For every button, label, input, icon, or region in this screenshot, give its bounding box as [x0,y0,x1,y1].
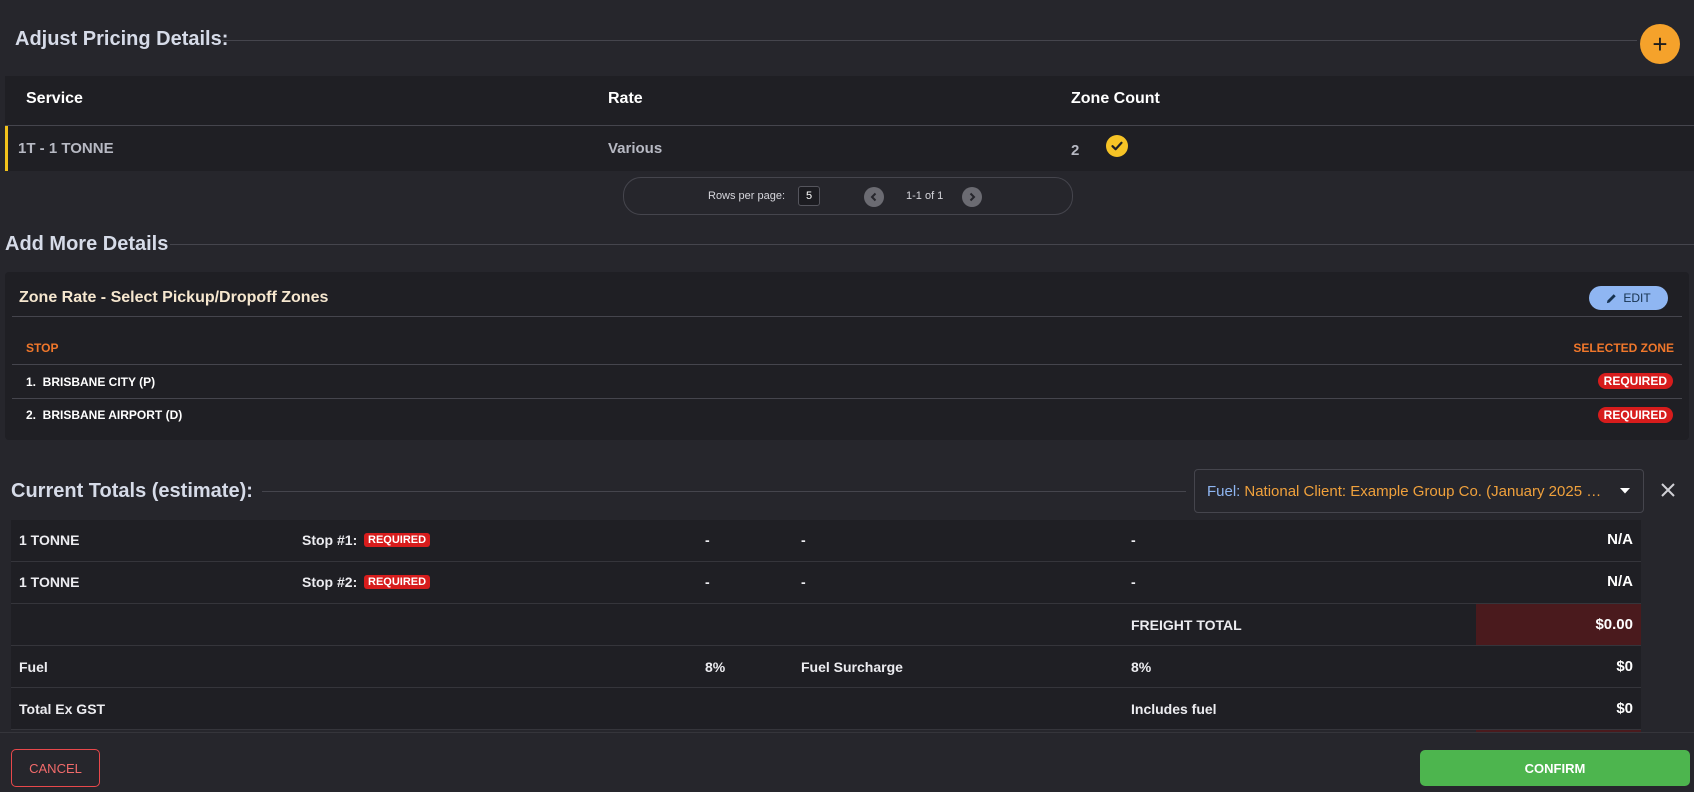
totals-title: Current Totals (estimate): [11,480,253,502]
zone-count-cell: 2 [1071,142,1080,159]
stop-column-header: STOP [26,341,59,355]
total-ex-gst-label: Total Ex GST [19,701,106,717]
fuel-select[interactable]: Fuel: National Client: Example Group Co.… [1194,469,1644,513]
pencil-icon [1607,293,1617,303]
fuel-surcharge-label: Fuel Surcharge [801,659,903,675]
fuel-percent: 8% [705,659,726,675]
row-value: - [801,574,806,590]
total-ex-gst-row: Total Ex GST Includes fuel $0 [11,688,1641,730]
pagination: Rows per page: 5 1-1 of 1 [623,177,1073,215]
row-amount: N/A [1607,531,1633,548]
row-value: - [1131,574,1136,590]
row-value: - [705,532,710,548]
zone-rate-title: Zone Rate - Select Pickup/Dropoff Zones [19,289,329,306]
stop-item-1: 1. BRISBANE CITY (P) [26,375,156,389]
row-value: - [705,574,710,590]
column-header-rate[interactable]: Rate [608,90,643,108]
totals-table: 1 TONNE Stop #1: REQUIRED - - - N/A 1 TO… [11,520,1641,740]
confirm-button[interactable]: CONFIRM [1420,750,1690,786]
zone-required-badge-2[interactable]: REQUIRED [1597,407,1673,423]
table-row: 1 TONNE Stop #1: REQUIRED - - - N/A [11,520,1641,562]
table-row: 1 TONNE Stop #2: REQUIRED - - - N/A [11,562,1641,604]
freight-total-row: FREIGHT TOTAL $0.00 [11,604,1641,646]
fuel-select-value: National Client: Example Group Co. (Janu… [1244,482,1605,500]
close-fuel-button[interactable] [1658,480,1678,500]
row-value: - [1131,532,1136,548]
freight-total-amount: $0.00 [1595,616,1633,633]
fuel-select-label: Fuel: [1207,482,1241,500]
rows-per-page-select[interactable]: 5 [798,186,821,206]
page-range: 1-1 of 1 [906,190,944,202]
column-header-service[interactable]: Service [26,90,83,108]
stop-required-badge-1: REQUIRED [364,533,431,547]
chevron-down-icon [1620,488,1630,494]
fuel-amount: $0 [1616,658,1633,675]
pricing-table: Service Rate Zone Count 1T - 1 TONNE Var… [5,76,1694,171]
pricing-divider [222,40,1637,41]
fuel-row: Fuel 8% Fuel Surcharge 8% $0 [11,646,1641,688]
more-details-title: Add More Details [5,233,169,255]
rows-per-page-label: Rows per page: [708,190,786,202]
freight-total-label: FREIGHT TOTAL [1131,617,1242,633]
selected-zone-column-header: SELECTED ZONE [1573,341,1674,355]
chevron-left-icon [870,192,877,202]
pricing-title: Adjust Pricing Details: [15,28,229,50]
row-service: 1 TONNE [19,532,80,548]
edit-button[interactable]: EDIT [1589,286,1668,310]
table-row[interactable]: 1T - 1 TONNE Various 2 [5,126,1694,171]
row-stop-label: Stop #1: [302,532,358,548]
fuel-surcharge-percent: 8% [1131,659,1152,675]
add-pricing-button[interactable]: + [1640,24,1680,64]
chevron-right-icon [969,192,976,202]
column-header-zone-count[interactable]: Zone Count [1071,90,1160,108]
edit-label: EDIT [1623,291,1651,305]
row-service: 1 TONNE [19,574,80,590]
close-icon [1661,483,1675,497]
row-value: - [801,532,806,548]
stop-required-badge-2: REQUIRED [364,575,431,589]
stop-item-2: 2. BRISBANE AIRPORT (D) [26,408,183,422]
check-circle-icon [1106,135,1128,157]
row-amount: N/A [1607,573,1633,590]
total-ex-gst-amount: $0 [1616,700,1633,717]
cancel-button[interactable]: CANCEL [11,749,100,787]
includes-fuel-note: Includes fuel [1131,701,1217,717]
service-cell: 1T - 1 TONNE [18,140,114,157]
zone-rate-card: Zone Rate - Select Pickup/Dropoff Zones … [5,272,1689,440]
fuel-label: Fuel [19,659,48,675]
next-page-button[interactable] [962,187,982,207]
row-stop-label: Stop #2: [302,574,358,590]
prev-page-button[interactable] [864,187,884,207]
zone-required-badge-1[interactable]: REQUIRED [1597,373,1673,389]
rate-cell: Various [608,140,663,157]
plus-icon: + [1652,29,1668,59]
